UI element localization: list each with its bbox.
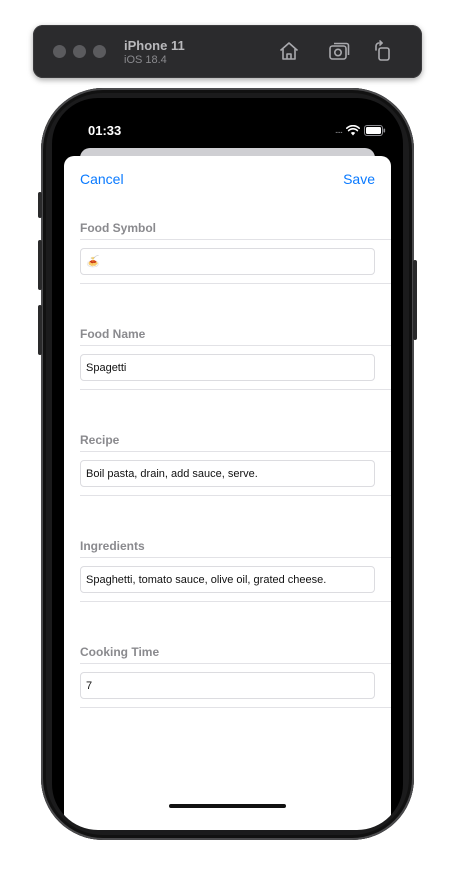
status-time: 01:33 [88,123,122,138]
window-minimize-dot[interactable] [73,45,86,58]
volume-down-button [38,305,42,355]
recipe-label: Recipe [80,433,120,447]
food-symbol-label: Food Symbol [80,221,156,235]
home-icon[interactable] [277,39,301,63]
divider [80,283,391,284]
ingredients-field[interactable] [80,566,375,593]
os-version: iOS 18.4 [124,54,167,66]
device-name: iPhone 11 [124,38,185,53]
food-symbol-field[interactable] [80,248,375,275]
cooking-time-field[interactable] [80,672,375,699]
silent-switch [38,192,42,218]
food-name-label: Food Name [80,327,146,341]
ingredients-label: Ingredients [80,539,145,553]
rotate-icon[interactable] [371,39,395,63]
device-screen: 01:33 .... Cancel Save Food Symbol 🍝 Foo… [52,98,403,830]
divider [80,345,391,346]
divider [80,557,391,558]
food-name-field[interactable] [80,354,375,381]
divider [80,707,391,708]
screenshot-icon[interactable] [327,39,351,63]
volume-up-button [38,240,42,290]
edit-food-sheet: Cancel Save Food Symbol Food Name Recipe… [64,156,391,830]
signal-dots: .... [334,125,343,136]
divider [80,663,391,664]
cooking-time-label: Cooking Time [80,645,160,659]
status-indicators: .... [335,125,386,136]
home-indicator[interactable] [169,804,286,808]
window-close-dot[interactable] [53,45,66,58]
divider [80,239,391,240]
divider [80,495,391,496]
divider [80,601,391,602]
wifi-icon [346,125,360,136]
recipe-field[interactable] [80,460,375,487]
divider [80,451,391,452]
cancel-button[interactable]: Cancel [80,171,124,187]
battery-icon [364,125,386,136]
window-zoom-dot[interactable] [93,45,106,58]
save-button[interactable]: Save [343,171,375,187]
divider [80,389,391,390]
power-button [413,260,417,340]
simulator-toolbar: iPhone 11 iOS 18.4 [33,25,422,78]
